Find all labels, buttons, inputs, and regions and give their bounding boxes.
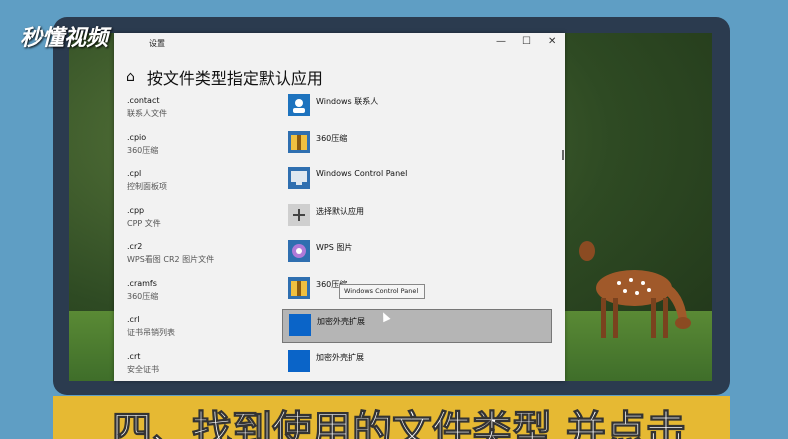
maximize-button[interactable]: ☐	[522, 36, 531, 47]
default-app-button[interactable]: WPS 图片	[282, 236, 550, 268]
default-app-button[interactable]: 360压缩	[282, 127, 550, 159]
default-app-name: 选择默认应用	[316, 206, 364, 216]
close-button[interactable]: ✕	[548, 36, 556, 47]
default-app-button[interactable]: 选择默认应用	[282, 200, 550, 232]
archive-icon	[288, 276, 310, 299]
file-type-description: 安全证书	[127, 364, 159, 374]
default-app-name: WPS 图片	[316, 243, 353, 252]
file-extension: .cr2	[127, 242, 143, 251]
video-logo: 秒懂视频	[20, 26, 109, 51]
default-app-name: 加密外壳扩展	[317, 317, 365, 326]
default-app-button[interactable]: 加密外壳扩展	[282, 346, 550, 378]
crypto-shell-icon	[288, 349, 310, 372]
settings-window: 设置 — ☐ ✕ ⌂ 按文件类型指定默认应用 .contact 联系人文件 Wind…	[114, 33, 565, 381]
tooltip: Windows Control Panel	[339, 284, 425, 299]
home-icon[interactable]: ⌂	[126, 69, 135, 85]
video-frame: 秒懂视频 设置 — ☐ ✕ ⌂ 按文件类型指定默认应用 .contact 联系人文…	[0, 0, 788, 439]
default-app-name: 360压缩	[316, 133, 348, 143]
contacts-icon	[288, 94, 310, 116]
default-app-button[interactable]: Windows Control Panel	[282, 163, 550, 195]
default-app-name: Windows Control Panel	[316, 169, 408, 178]
file-extension: .crl	[127, 315, 140, 324]
file-type-description: CPP 文件	[127, 218, 161, 228]
minimize-button[interactable]: —	[496, 36, 506, 47]
file-extension: .cpl	[127, 169, 142, 178]
file-extension: .cpp	[127, 205, 145, 215]
file-extension: .cramfs	[127, 278, 157, 288]
file-type-row: .crt 安全证书 加密外壳扩展	[114, 349, 565, 382]
page-header: ⌂ 按文件类型指定默认应用	[126, 65, 323, 89]
file-type-description: 360压缩	[127, 291, 159, 301]
file-type-description: WPS看图 CR2 图片文件	[127, 255, 215, 264]
file-type-description: 联系人文件	[127, 109, 167, 118]
window-title: 设置	[149, 39, 165, 48]
title-bar: 设置 — ☐ ✕	[114, 33, 565, 53]
caption-text: 四、找到使用的文件类型 并点击	[112, 408, 687, 439]
default-app-name: 加密外壳扩展	[316, 352, 364, 362]
control-panel-icon	[288, 167, 310, 189]
page-title: 按文件类型指定默认应用	[146, 69, 323, 88]
file-extension: .crt	[127, 351, 141, 361]
deer-image	[579, 241, 691, 338]
scrollbar[interactable]	[562, 150, 564, 160]
wps-image-icon	[288, 240, 310, 262]
default-app-button[interactable]: Windows 联系人	[282, 90, 550, 122]
archive-icon	[288, 130, 310, 153]
plus-icon	[288, 203, 310, 226]
file-type-description: 360压缩	[127, 145, 159, 155]
default-app-button[interactable]: 加密外壳扩展	[282, 309, 552, 343]
crypto-shell-icon	[289, 314, 311, 336]
file-extension: .contact	[127, 96, 160, 105]
file-extension: .cpio	[127, 132, 147, 142]
file-type-description: 证书吊销列表	[127, 328, 175, 337]
default-app-name: Windows 联系人	[316, 97, 379, 106]
file-type-description: 控制面板项	[127, 182, 167, 191]
